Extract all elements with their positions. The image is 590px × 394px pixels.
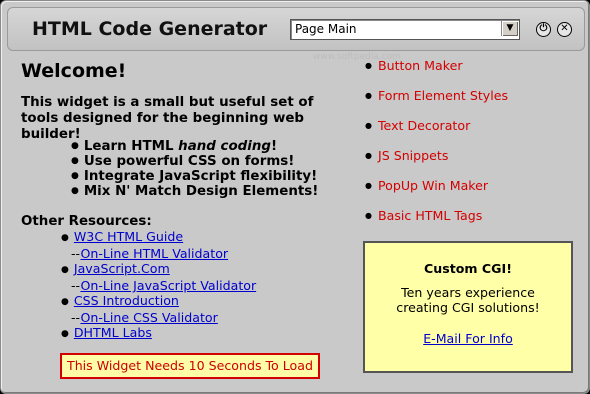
tool-button-maker[interactable]: Button Maker [365,58,508,88]
resource-item: CSS Introduction [61,293,256,310]
resource-subitem: --On-Line HTML Validator [71,246,229,261]
css-validator-link[interactable]: On-Line CSS Validator [80,310,217,325]
app-title: HTML Code Generator [32,18,268,40]
widget-window: HTML Code Generator Page Main ▼ ⏻ ✕ www.… [0,0,590,394]
resource-subitem: --On-Line JavaScript Validator [71,278,257,293]
close-button[interactable]: ✕ [557,22,572,37]
load-notice: This Widget Needs 10 Seconds To Load [60,353,320,379]
feature-item: Learn HTML hand coding! [71,139,318,154]
tool-form-element-styles[interactable]: Form Element Styles [365,88,508,118]
feature-item: Use powerful CSS on forms! [71,154,318,169]
feature-list: Learn HTML hand coding! Use powerful CSS… [71,139,318,199]
tool-popup-win-maker[interactable]: PopUp Win Maker [365,178,508,208]
page-select[interactable]: Page Main ▼ [290,19,520,40]
page-select-value: Page Main [295,22,357,36]
html-validator-link[interactable]: On-Line HTML Validator [80,246,228,261]
w3c-html-guide-link[interactable]: W3C HTML Guide [74,229,183,244]
feature-item: Mix N' Match Design Elements! [71,184,318,199]
email-info-link[interactable]: E-Mail For Info [423,331,513,346]
intro-text: This widget is a small but useful set of… [21,95,314,142]
custom-cgi-box: Custom CGI! Ten years experience creatin… [363,241,573,373]
javascript-validator-link[interactable]: On-Line JavaScript Validator [80,278,256,293]
cgi-text: Ten years experience creating CGI soluti… [396,285,540,315]
resource-subitem: --On-Line CSS Validator [71,310,218,325]
dropdown-arrow-icon[interactable]: ▼ [501,21,518,36]
other-resources-heading: Other Resources: [21,214,152,229]
tool-text-decorator[interactable]: Text Decorator [365,118,508,148]
resource-item: W3C HTML Guide [61,229,256,246]
minimize-button[interactable]: ⏻ [536,22,551,37]
css-introduction-link[interactable]: CSS Introduction [74,293,179,308]
resource-list: W3C HTML Guide --On-Line HTML Validator … [61,229,256,342]
resource-item: JavaScript.Com [61,261,256,278]
javascript-com-link[interactable]: JavaScript.Com [74,261,170,276]
tool-js-snippets[interactable]: JS Snippets [365,148,508,178]
feature-item: Integrate JavaScript flexibility! [71,169,318,184]
welcome-heading: Welcome! [21,60,127,82]
tool-basic-html-tags[interactable]: Basic HTML Tags [365,208,508,238]
dhtml-labs-link[interactable]: DHTML Labs [74,325,152,340]
email-info-link-wrap: E-Mail For Info [365,331,571,346]
cgi-title: Custom CGI! [424,261,512,276]
resource-item: DHTML Labs [61,325,256,342]
tool-menu: Button Maker Form Element Styles Text De… [365,58,508,238]
